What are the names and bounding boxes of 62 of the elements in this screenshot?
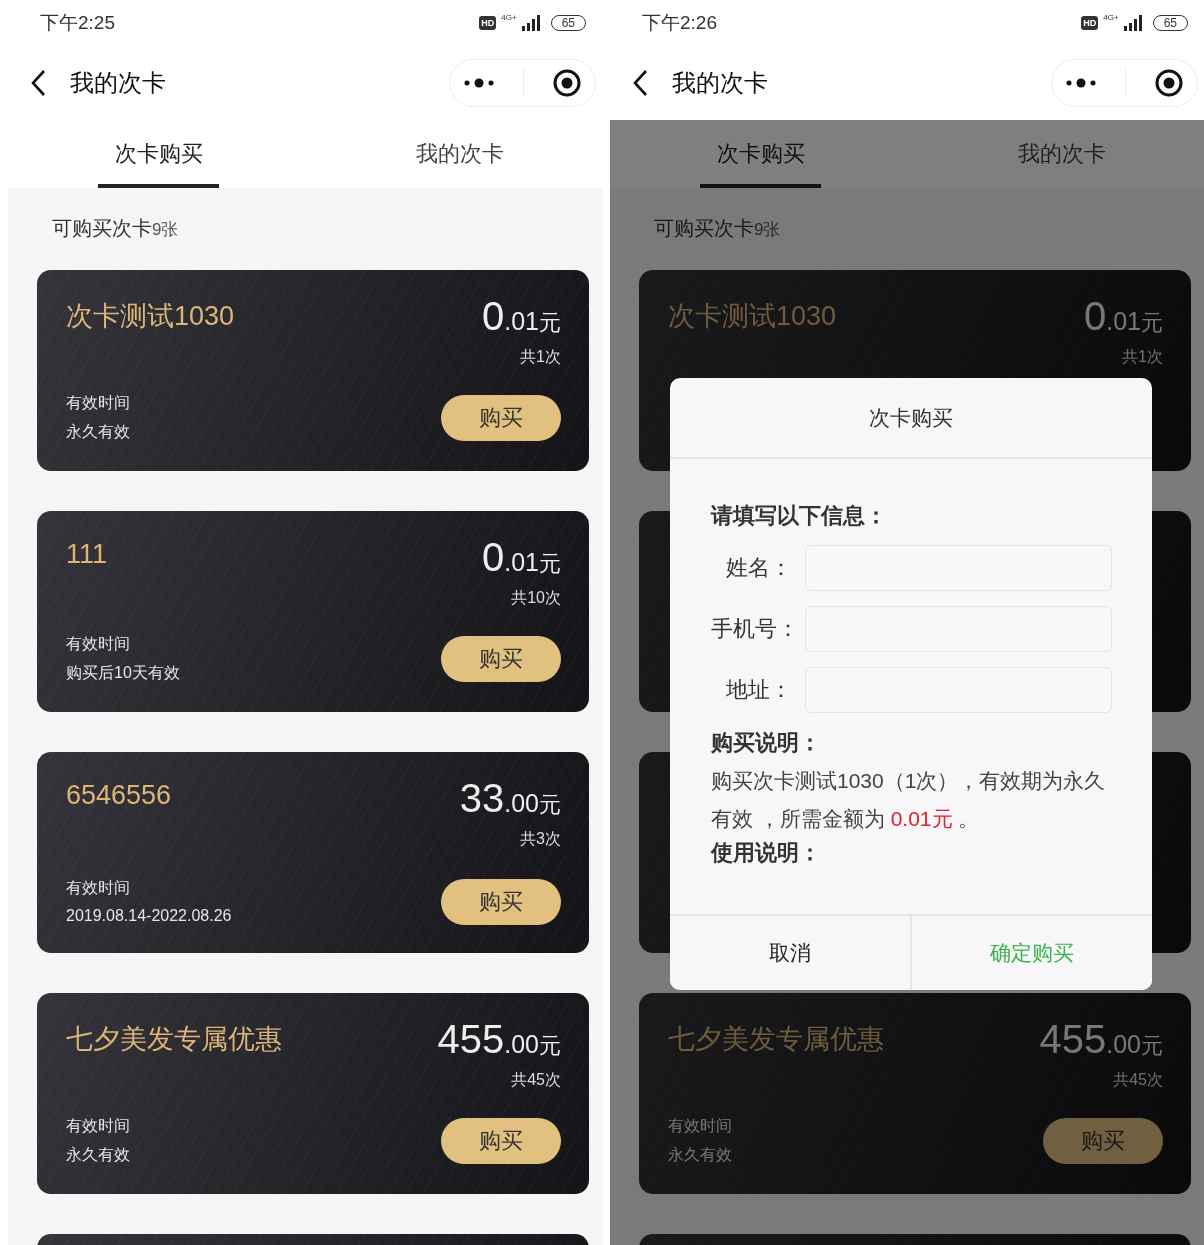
- validity-value: 永久有效: [66, 1145, 130, 1165]
- hd-badge: HD: [1081, 15, 1099, 30]
- signal-icon: [521, 14, 540, 31]
- close-icon[interactable]: [552, 68, 581, 97]
- use-count: 共1次: [520, 347, 561, 367]
- card-title: 6546556: [66, 780, 172, 811]
- tab[interactable]: 我的次卡: [911, 120, 1204, 188]
- card-price: 33.00元: [459, 776, 561, 822]
- field-label: 姓名：: [725, 554, 792, 582]
- field-label: 手机号：: [711, 615, 792, 643]
- validity-label: 有效时间: [66, 878, 131, 898]
- back-icon[interactable]: [632, 68, 648, 97]
- validity-value: 购买后10天有效: [66, 663, 180, 683]
- purchase-note: 购买次卡测试1030（1次），有效期为永久有效 ，所需金额为 0.01元 。: [711, 768, 1107, 832]
- validity-label: 有效时间: [66, 1116, 130, 1136]
- card-price: 455.00元: [1039, 1017, 1163, 1063]
- tab[interactable]: 次卡购买: [8, 120, 309, 188]
- validity-value: 永久有效: [668, 1145, 732, 1165]
- page-title: 我的次卡: [70, 67, 167, 98]
- form-heading: 请填写以下信息：: [711, 502, 888, 530]
- validity-label: 有效时间: [66, 634, 131, 654]
- use-count: 共45次: [511, 1070, 561, 1090]
- card-price: 0.01元: [482, 535, 561, 581]
- signal-icon: [1123, 14, 1142, 31]
- use-count: 共1次: [1122, 347, 1163, 367]
- available-count: 可购买次卡9张: [654, 216, 782, 241]
- card-price: 0.01元: [482, 294, 561, 340]
- card-title: 七夕美发专属优惠: [668, 1023, 884, 1056]
- buy-button[interactable]: 购买: [441, 636, 561, 682]
- more-icon[interactable]: [1066, 77, 1097, 88]
- card-title: 七夕美发专属优惠: [66, 1023, 282, 1056]
- buy-button[interactable]: 购买: [441, 395, 561, 441]
- back-icon[interactable]: [30, 68, 46, 97]
- validity-value: 永久有效: [66, 422, 130, 442]
- use-count: 共10次: [511, 588, 561, 608]
- usage-heading: 使用说明：: [711, 839, 822, 867]
- card-price: 455.00元: [437, 1017, 561, 1063]
- network-label: 4G+: [1103, 12, 1119, 22]
- status-time: 下午2:25: [40, 10, 115, 35]
- validity-label: 有效时间: [668, 1116, 732, 1136]
- dialog-title: 次卡购买: [869, 404, 953, 431]
- card-title: 次卡测试1030: [668, 300, 837, 333]
- validity-value: 2019.08.14-2022.08.26: [66, 907, 232, 925]
- network-label: 4G+: [501, 12, 517, 22]
- card-title: 次卡测试1030: [66, 300, 235, 333]
- more-icon[interactable]: [464, 77, 495, 88]
- validity-label: 有效时间: [66, 393, 130, 413]
- tab[interactable]: 我的次卡: [309, 120, 602, 188]
- field-label: 地址：: [725, 676, 792, 704]
- status-time: 下午2:26: [642, 10, 717, 35]
- use-count: 共45次: [1113, 1070, 1163, 1090]
- hd-badge: HD: [479, 15, 497, 30]
- buy-button[interactable]: 购买: [441, 878, 561, 925]
- buy-button[interactable]: 购买: [441, 1118, 561, 1164]
- purchase-heading: 购买说明：: [711, 729, 822, 757]
- close-icon[interactable]: [1154, 68, 1183, 97]
- tab[interactable]: 次卡购买: [610, 120, 911, 188]
- use-count: 共3次: [520, 829, 561, 849]
- card-price: 0.01元: [1084, 294, 1163, 340]
- available-count: 可购买次卡9张: [52, 216, 180, 241]
- page-title: 我的次卡: [672, 67, 769, 98]
- card-title: 111: [66, 539, 108, 570]
